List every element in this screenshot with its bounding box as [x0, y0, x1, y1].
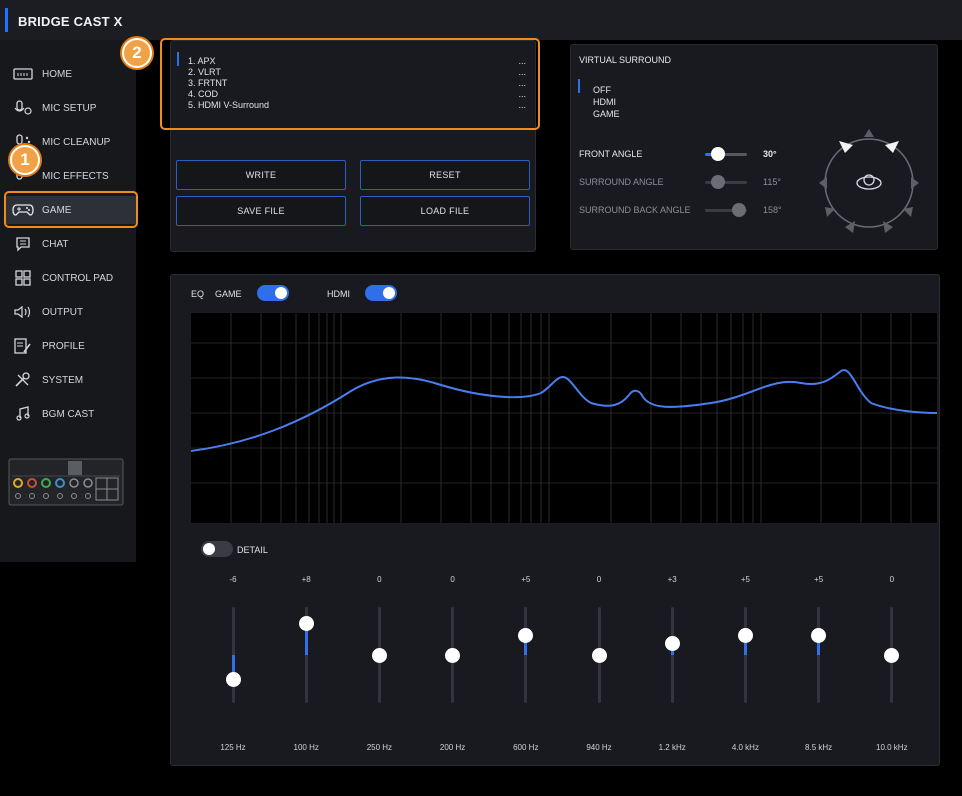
eq-band-knob[interactable]	[811, 627, 827, 643]
sidebar-item-chat[interactable]: CHAT	[6, 230, 136, 258]
sidebar-item-home[interactable]: HOME	[6, 60, 136, 88]
eq-band-frequency: 125 Hz	[220, 743, 246, 752]
eq-band-frequency: 200 Hz	[439, 743, 466, 752]
device-thumbnail	[8, 458, 124, 506]
eq-band-frequency: 600 Hz	[513, 743, 539, 752]
save-file-button[interactable]: SAVE FILE	[176, 196, 346, 226]
sidebar-item-system[interactable]: SYSTEM	[6, 366, 136, 394]
sidebar-item-label: BGM CAST	[42, 408, 95, 420]
title-bar: BRIDGE CAST X	[0, 0, 962, 40]
eq-game-toggle[interactable]	[257, 285, 289, 301]
eq-band-frequency: 1.2 kHz	[658, 743, 686, 752]
sidebar-item-label: PROFILE	[42, 340, 85, 352]
sidebar-item-bgm-cast[interactable]: BGM CAST	[6, 400, 136, 428]
detail-toggle[interactable]	[201, 541, 233, 557]
eq-band-knob[interactable]	[737, 627, 753, 643]
eq-label: EQ	[191, 289, 205, 299]
microphone-icon	[10, 99, 36, 117]
sidebar-item-label: SYSTEM	[42, 374, 84, 386]
front-angle-value: 30°	[763, 149, 777, 159]
surround-angle-knob[interactable]	[710, 175, 725, 189]
eq-band-gain: 0	[596, 575, 602, 584]
sidebar-item-control-pad[interactable]: CONTROL PAD	[6, 264, 136, 292]
eq-band-gain: 0	[450, 575, 455, 584]
sidebar-item-label: OUTPUT	[42, 306, 84, 318]
surround-option-game[interactable]: GAME	[593, 109, 620, 119]
detail-label: DETAIL	[237, 545, 268, 555]
chat-icon	[10, 235, 36, 253]
front-angle-knob[interactable]	[710, 147, 725, 161]
surround-option-hdmi[interactable]: HDMI	[593, 97, 616, 107]
eq-band-gain: 0	[889, 575, 895, 584]
sidebar-item-output[interactable]: OUTPUT	[6, 298, 136, 326]
sidebar-item-label: MIC EFFECTS	[42, 170, 109, 182]
surround-angle-value: 115°	[763, 177, 781, 187]
eq-band-gain: +5	[740, 575, 750, 584]
virtual-surround-panel: VIRTUAL SURROUND OFF HDMI GAME FRONT ANG…	[570, 44, 938, 250]
surround-diagram	[809, 123, 929, 239]
title-accent	[5, 8, 8, 32]
surround-option-off[interactable]: OFF	[593, 85, 611, 95]
surround-selection-marker	[578, 79, 580, 93]
eq-band-frequency: 100 Hz	[293, 743, 319, 752]
eq-band-frequency: 250 Hz	[366, 743, 393, 752]
reset-button[interactable]: RESET	[360, 160, 530, 190]
eq-band-knob[interactable]	[884, 647, 900, 663]
surround-angle-label: SURROUND ANGLE	[579, 177, 664, 187]
eq-band-knob[interactable]	[225, 671, 241, 687]
eq-band-gain: +8	[301, 575, 311, 584]
eq-game-label: GAME	[215, 289, 242, 299]
eq-band-knob[interactable]	[591, 647, 607, 663]
keyboard-icon	[10, 65, 36, 83]
eq-band-knob[interactable]	[518, 627, 534, 643]
surround-back-angle-value: 158°	[763, 205, 782, 215]
highlight-presets	[160, 38, 540, 130]
eq-band-slider[interactable]	[524, 607, 528, 703]
eq-band-knob[interactable]	[445, 647, 461, 663]
profile-edit-icon	[10, 337, 36, 355]
load-file-button[interactable]: LOAD FILE	[360, 196, 530, 226]
eq-band-gain: -6	[229, 575, 237, 584]
eq-hdmi-toggle[interactable]	[365, 285, 397, 301]
grid-icon	[10, 269, 36, 287]
virtual-surround-title: VIRTUAL SURROUND	[579, 55, 672, 65]
surround-back-angle-knob[interactable]	[731, 203, 746, 217]
tools-icon	[10, 371, 36, 389]
music-note-icon	[10, 405, 36, 423]
eq-band-frequency: 10.0 kHz	[876, 743, 908, 752]
eq-band-gain: 0	[377, 575, 382, 584]
eq-panel: EQ GAME HDMI DETAIL -6 125 Hz +8 100 Hz 0 250…	[170, 274, 940, 766]
front-angle-label: FRONT ANGLE	[579, 149, 643, 159]
sidebar-item-label: HOME	[42, 68, 72, 80]
callout-1: 1	[10, 145, 40, 175]
app-title: BRIDGE CAST X	[18, 14, 123, 29]
eq-band-knob[interactable]	[664, 635, 680, 651]
sidebar-item-label: CONTROL PAD	[42, 272, 114, 284]
eq-band-gain: +5	[521, 575, 531, 584]
callout-2: 2	[122, 38, 152, 68]
eq-band-frequency: 4.0 kHz	[731, 743, 759, 752]
eq-band-knob[interactable]	[371, 647, 387, 663]
eq-hdmi-label: HDMI	[327, 289, 350, 299]
app-window: BRIDGE CAST X HOME MIC SETUP MIC CLEANUP	[0, 0, 962, 796]
sidebar-item-mic-setup[interactable]: MIC SETUP	[6, 94, 136, 122]
eq-band-slider[interactable]	[817, 607, 821, 703]
highlight-game	[4, 191, 138, 228]
eq-response-graph	[190, 313, 938, 523]
eq-band-gain: +3	[667, 575, 677, 584]
speaker-icon	[10, 303, 36, 321]
surround-back-angle-label: SURROUND BACK ANGLE	[579, 205, 691, 215]
sidebar-item-label: MIC SETUP	[42, 102, 97, 114]
eq-band-slider[interactable]	[670, 607, 674, 703]
sidebar-item-label: MIC CLEANUP	[42, 136, 111, 148]
sidebar: HOME MIC SETUP MIC CLEANUP MIC EFFECTS G…	[0, 40, 136, 562]
sidebar-item-profile[interactable]: PROFILE	[6, 332, 136, 360]
eq-band-slider[interactable]	[743, 607, 747, 703]
eq-band-gain: +5	[814, 575, 824, 584]
eq-band-frequency: 940 Hz	[586, 743, 612, 752]
eq-band-knob[interactable]	[298, 615, 314, 631]
write-button[interactable]: WRITE	[176, 160, 346, 190]
eq-band-frequency: 8.5 kHz	[805, 743, 833, 752]
sidebar-item-label: CHAT	[42, 238, 69, 250]
